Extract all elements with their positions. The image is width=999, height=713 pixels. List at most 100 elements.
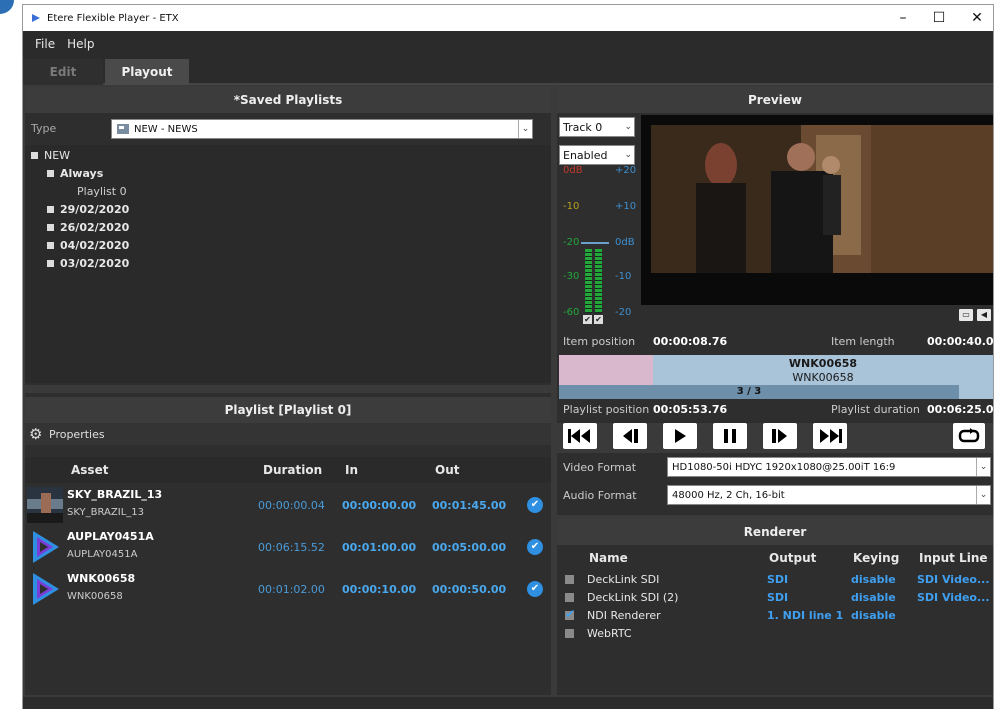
tree-node-date-2[interactable]: 26/02/2020 bbox=[47, 221, 129, 234]
tree-node-date-4[interactable]: 03/02/2020 bbox=[47, 257, 129, 270]
preview-title: Preview bbox=[557, 87, 993, 113]
track-select-value: Track 0 bbox=[563, 120, 603, 134]
checkmark-icon[interactable]: ✔ bbox=[527, 581, 543, 597]
vu-label: 0dB bbox=[615, 237, 635, 248]
asset-subtitle: AUPLAY0451A bbox=[67, 549, 138, 560]
news-icon bbox=[117, 124, 129, 134]
properties-button[interactable]: ⚙ Properties bbox=[25, 423, 551, 445]
loop-button[interactable] bbox=[953, 423, 985, 449]
checkmark-icon[interactable]: ✔ bbox=[594, 315, 603, 324]
vu-label: -20 bbox=[615, 307, 632, 318]
play-icon bbox=[675, 429, 686, 443]
renderer-row[interactable]: DeckLink SDI SDI disable SDI Video... bbox=[557, 571, 993, 589]
renderer-keying: disable bbox=[851, 591, 896, 604]
tree-node-always[interactable]: Always bbox=[47, 167, 103, 180]
monitor-icon[interactable]: ▭ bbox=[959, 309, 973, 321]
column-in[interactable]: In bbox=[345, 463, 358, 477]
renderer-row[interactable]: DeckLink SDI (2) SDI disable SDI Video..… bbox=[557, 589, 993, 607]
timeline-subtitle: WNK00658 bbox=[792, 371, 854, 384]
step-back-button[interactable] bbox=[613, 423, 647, 449]
tree-node-label: 29/02/2020 bbox=[60, 203, 130, 216]
tab-edit[interactable]: Edit bbox=[23, 59, 103, 85]
table-row[interactable]: SKY_BRAZIL_13 SKY_BRAZIL_13 00:00:00.04 … bbox=[25, 485, 551, 525]
audio-format-label: Audio Format bbox=[563, 489, 637, 502]
renderer-keying: disable bbox=[851, 573, 896, 586]
tree-node-label: Always bbox=[60, 167, 104, 180]
maximize-button[interactable]: ☐ bbox=[919, 5, 959, 31]
renderer-title: Renderer bbox=[557, 519, 993, 545]
column-name[interactable]: Name bbox=[589, 551, 628, 565]
tree-node-date-1[interactable]: 29/02/2020 bbox=[47, 203, 129, 216]
column-keying[interactable]: Keying bbox=[853, 551, 899, 565]
playlist-tree: NEW Always Playlist 0 29/02/2020 26/02/2… bbox=[25, 145, 551, 383]
renderer-checkbox[interactable] bbox=[565, 593, 574, 602]
audio-format-value: 48000 Hz, 2 Ch, 16-bit bbox=[672, 489, 785, 501]
column-input-line[interactable]: Input Line bbox=[919, 551, 988, 565]
checkmark-icon[interactable]: ✔ bbox=[527, 497, 543, 513]
properties-label: Properties bbox=[49, 427, 105, 441]
checkmark-icon[interactable]: ✔ bbox=[527, 539, 543, 555]
item-position-value: 00:00:08.76 bbox=[653, 335, 728, 348]
window-title: Etere Flexible Player - ETX bbox=[47, 12, 179, 24]
type-row: Type NEW - NEWS ⌄ bbox=[25, 117, 551, 141]
track-select[interactable]: Track 0 ⌄ bbox=[559, 117, 635, 137]
tree-node-root[interactable]: NEW bbox=[31, 149, 70, 162]
asset-subtitle: WNK00658 bbox=[67, 591, 123, 602]
timeline[interactable]: WNK00658 WNK00658 3 / 3 bbox=[559, 355, 993, 399]
renderer-output: 1. NDI line 1 bbox=[767, 609, 844, 622]
chevron-down-icon: ⌄ bbox=[518, 120, 532, 138]
skip-forward-button[interactable] bbox=[813, 423, 847, 449]
chevron-down-icon: ⌄ bbox=[624, 150, 632, 160]
vu-label: -10 bbox=[615, 271, 632, 282]
speaker-icon[interactable]: ◀ bbox=[977, 309, 991, 321]
loop-icon bbox=[958, 428, 980, 443]
asset-duration: 00:06:15.52 bbox=[258, 541, 325, 554]
saved-playlists-panel: *Saved Playlists Type NEW - NEWS ⌄ NEW A… bbox=[25, 87, 551, 385]
vu-label: +20 bbox=[615, 165, 637, 176]
tree-node-date-3[interactable]: 04/02/2020 bbox=[47, 239, 129, 252]
play-button[interactable] bbox=[663, 423, 697, 449]
asset-in: 00:00:10.00 bbox=[342, 583, 417, 596]
gear-icon: ⚙ bbox=[29, 425, 43, 443]
table-row[interactable]: WNK00658 WNK00658 00:01:02.00 00:00:10.0… bbox=[25, 569, 551, 609]
step-forward-button[interactable] bbox=[763, 423, 797, 449]
tab-playout[interactable]: Playout bbox=[105, 59, 189, 85]
table-row[interactable]: AUPLAY0451A AUPLAY0451A 00:06:15.52 00:0… bbox=[25, 527, 551, 567]
asset-name: SKY_BRAZIL_13 bbox=[67, 488, 163, 501]
column-duration[interactable]: Duration bbox=[263, 463, 322, 477]
checkmark-icon[interactable]: ✔ bbox=[583, 315, 592, 324]
column-out[interactable]: Out bbox=[435, 463, 459, 477]
asset-in: 00:00:00.00 bbox=[342, 499, 417, 512]
renderer-input-line: SDI Video... bbox=[917, 591, 990, 604]
playlist-position-label: Playlist position bbox=[563, 403, 650, 416]
enabled-select-value: Enabled bbox=[563, 148, 608, 162]
menu-file[interactable]: File bbox=[35, 37, 55, 51]
column-asset[interactable]: Asset bbox=[71, 463, 108, 477]
renderer-row[interactable]: WebRTC bbox=[557, 625, 993, 643]
type-select[interactable]: NEW - NEWS ⌄ bbox=[111, 119, 533, 139]
renderer-name: WebRTC bbox=[587, 627, 632, 640]
tree-node-playlist-0[interactable]: Playlist 0 bbox=[77, 185, 127, 198]
video-controls: ▭ ◀ bbox=[959, 309, 991, 321]
menu-help[interactable]: Help bbox=[67, 37, 94, 51]
minimize-button[interactable]: – bbox=[883, 5, 923, 31]
menu-bar: File Help bbox=[23, 31, 993, 57]
renderer-row[interactable]: ✔ NDI Renderer 1. NDI line 1 disable bbox=[557, 607, 993, 625]
video-format-select[interactable]: HD1080-50i HDYC 1920x1080@25.00iT 16:9 ⌄ bbox=[667, 457, 991, 477]
playlist-grid-header: Asset Duration In Out bbox=[25, 457, 551, 483]
close-button[interactable]: ✕ bbox=[957, 5, 997, 31]
transport-controls bbox=[557, 423, 993, 453]
renderer-checkbox[interactable] bbox=[565, 629, 574, 638]
step-forward-icon bbox=[772, 429, 787, 443]
audio-format-select[interactable]: 48000 Hz, 2 Ch, 16-bit ⌄ bbox=[667, 485, 991, 505]
enabled-select[interactable]: Enabled ⌄ bbox=[559, 145, 635, 165]
column-output[interactable]: Output bbox=[769, 551, 816, 565]
timeline-played bbox=[559, 355, 653, 385]
pause-button[interactable] bbox=[713, 423, 747, 449]
timeline-count: 3 / 3 bbox=[736, 386, 762, 397]
playlist-position-value: 00:05:53.76 bbox=[653, 403, 728, 416]
renderer-checkbox[interactable] bbox=[565, 575, 574, 584]
tab-bar: Edit Playout bbox=[23, 57, 993, 85]
item-position-label: Item position bbox=[563, 335, 636, 348]
skip-back-button[interactable] bbox=[563, 423, 597, 449]
